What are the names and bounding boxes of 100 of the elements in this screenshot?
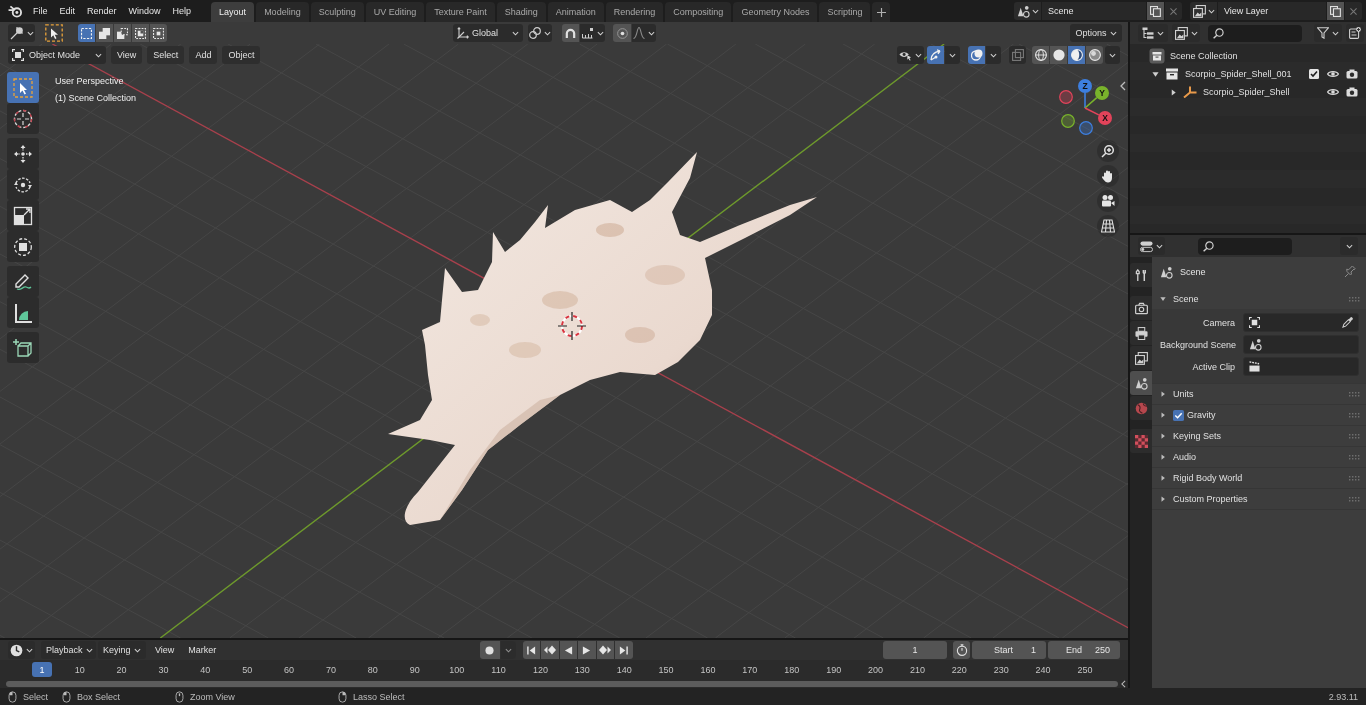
scene-name-field[interactable]: Scene — [1042, 2, 1146, 20]
axis-handle[interactable]: Y — [1095, 86, 1109, 100]
proportional-editing-toggle[interactable] — [613, 24, 631, 42]
menu-item[interactable]: Render — [81, 1, 123, 21]
overlays-toggle[interactable] — [968, 46, 985, 64]
timeline-scrollbar[interactable] — [6, 681, 1118, 687]
select-mode-button[interactable] — [132, 24, 149, 42]
next-keyframe-button[interactable] — [596, 641, 614, 659]
sidebar-toggle-icon[interactable] — [1121, 680, 1126, 688]
tool-button[interactable] — [7, 332, 39, 363]
tool-button[interactable] — [7, 231, 39, 262]
camera-field[interactable] — [1243, 313, 1359, 332]
expand-arrow-icon[interactable] — [1160, 496, 1166, 502]
mode-dropdown[interactable]: Object Mode — [8, 46, 106, 64]
negative-axis-handle[interactable] — [1059, 90, 1073, 104]
axis-handle[interactable]: X — [1098, 111, 1112, 125]
properties-tab[interactable] — [1130, 263, 1152, 287]
menu-button[interactable]: Object — [222, 46, 261, 64]
menu-item[interactable]: Window — [122, 1, 167, 21]
tool-button[interactable] — [7, 138, 39, 169]
filter-dropdown[interactable] — [1314, 24, 1342, 42]
drag-handle-icon[interactable] — [1349, 433, 1360, 439]
menu-button[interactable]: View — [148, 641, 182, 659]
search-field[interactable] — [1198, 237, 1292, 255]
gizmo-options-dropdown[interactable] — [945, 46, 960, 64]
panel-title[interactable]: Custom Properties — [1173, 494, 1248, 504]
select-tool-icon[interactable] — [45, 24, 63, 42]
menu-button[interactable]: Marker — [181, 641, 224, 659]
display-mode-dropdown[interactable] — [1138, 24, 1168, 42]
tool-button[interactable] — [7, 266, 39, 297]
sidebar-toggle-icon[interactable] — [1120, 81, 1126, 91]
menu-item[interactable]: File — [27, 1, 54, 21]
workspace-tab[interactable]: Scripting — [819, 2, 871, 22]
outliner-item[interactable]: Scorpio_Spider_Shell — [1203, 87, 1290, 97]
visibility-dropdown[interactable] — [897, 46, 924, 64]
select-mode-button[interactable] — [150, 24, 167, 42]
play-button[interactable] — [578, 641, 596, 659]
options-dropdown[interactable]: Options — [1070, 24, 1122, 42]
previous-keyframe-button[interactable] — [541, 641, 559, 659]
eyedropper-icon[interactable] — [1342, 317, 1353, 328]
options-dropdown[interactable] — [1340, 237, 1358, 255]
drag-handle-icon[interactable] — [1349, 296, 1360, 302]
camera-icon[interactable] — [1346, 87, 1358, 97]
play-reverse-button[interactable] — [559, 641, 577, 659]
panel-title[interactable]: Scene — [1173, 294, 1199, 304]
view-layer-dropdown[interactable] — [1172, 24, 1200, 42]
falloff-dropdown[interactable] — [632, 24, 656, 42]
tool-button[interactable] — [7, 297, 39, 328]
shading-mode-button[interactable] — [1068, 46, 1085, 64]
tool-button[interactable] — [7, 103, 39, 134]
panel-title[interactable]: Audio — [1173, 452, 1197, 462]
seashell-model[interactable] — [388, 152, 817, 525]
expand-arrow-icon[interactable] — [1160, 296, 1166, 302]
end-frame-field[interactable]: End 250 — [1048, 641, 1120, 659]
editor-type-button[interactable] — [1138, 237, 1165, 255]
expand-arrow-icon[interactable] — [1152, 70, 1159, 78]
jump-to-end-button[interactable] — [615, 641, 633, 659]
menu-button[interactable]: Select — [147, 46, 185, 64]
tool-button[interactable] — [7, 72, 39, 103]
expand-arrow-icon[interactable] — [1160, 412, 1166, 418]
drag-handle-icon[interactable] — [1349, 496, 1360, 502]
drag-handle-icon[interactable] — [1349, 412, 1360, 418]
workspace-tab[interactable]: Modeling — [256, 2, 309, 22]
menu-button[interactable]: View — [111, 46, 143, 64]
properties-tab[interactable] — [1130, 321, 1152, 345]
shading-mode-button[interactable] — [1032, 46, 1049, 64]
select-mode-button[interactable] — [78, 24, 95, 42]
panel-title[interactable]: Keying Sets — [1173, 431, 1222, 441]
outliner-item[interactable]: Scene Collection — [1170, 51, 1238, 61]
editor-type-button[interactable] — [8, 641, 35, 659]
expand-arrow-icon[interactable] — [1160, 454, 1166, 460]
duplicate-button[interactable] — [1327, 2, 1344, 20]
axis-handle[interactable]: Z — [1078, 79, 1092, 93]
eye-icon[interactable] — [1327, 70, 1339, 78]
panel-title[interactable]: Gravity — [1187, 410, 1216, 420]
workspace-tab[interactable]: Shading — [496, 2, 546, 22]
properties-tab[interactable] — [1130, 296, 1152, 320]
preview-range-toggle[interactable] — [953, 641, 970, 659]
menu-button[interactable]: Add — [189, 46, 218, 64]
editor-type-button[interactable] — [8, 24, 35, 42]
current-frame-indicator[interactable]: 1 — [32, 662, 52, 677]
workspace-tab[interactable]: Layout — [211, 2, 255, 22]
shading-mode-button[interactable] — [1086, 46, 1103, 64]
drag-handle-icon[interactable] — [1349, 475, 1360, 481]
outliner-item[interactable]: Scorpio_Spider_Shell_001 — [1185, 69, 1292, 79]
shading-options-dropdown[interactable] — [1105, 46, 1120, 64]
pin-icon[interactable] — [1344, 266, 1356, 278]
gizmo-toggle[interactable] — [927, 46, 944, 64]
pan-button[interactable] — [1097, 165, 1119, 187]
negative-axis-handle[interactable] — [1061, 114, 1075, 128]
menu-dropdown[interactable]: Playback — [41, 641, 96, 659]
workspace-tab[interactable]: Sculpting — [310, 2, 364, 22]
workspace-tab[interactable]: Geometry Nodes — [733, 2, 818, 22]
transform-orientation-dropdown[interactable]: Global — [453, 24, 523, 42]
select-mode-button[interactable] — [96, 24, 113, 42]
workspace-tab[interactable]: Texture Paint — [426, 2, 495, 22]
jump-to-start-button[interactable] — [522, 641, 540, 659]
new-collection-button[interactable] — [1346, 24, 1364, 42]
overlays-options-dropdown[interactable] — [986, 46, 1001, 64]
workspace-tab[interactable]: Compositing — [665, 2, 732, 22]
